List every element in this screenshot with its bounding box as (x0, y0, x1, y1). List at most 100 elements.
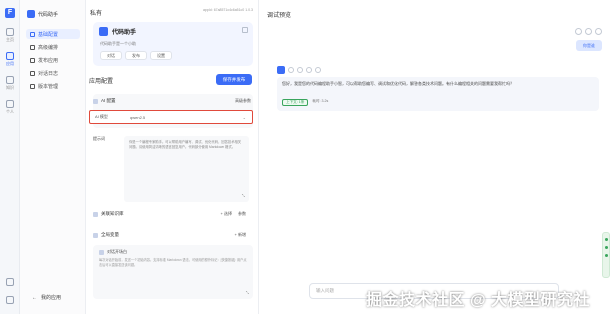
copy-icon[interactable] (288, 67, 294, 73)
speaker-icon[interactable] (315, 67, 321, 73)
chevron-down-icon: ⌄ (242, 114, 246, 120)
model-select[interactable]: AI 模型 qwen2.5 ⌄ (89, 110, 253, 124)
user-icon (6, 100, 14, 108)
answer-tags: 上下文: 1条 耗时: 3.2s (282, 99, 328, 106)
subnav-item-label: 对话日志 (38, 70, 59, 77)
context-badge[interactable]: 上下文: 1条 (282, 99, 309, 106)
settings-button[interactable]: 设置 (150, 51, 172, 60)
kb-head: 关联知识库 (93, 211, 124, 217)
home-icon (6, 28, 14, 36)
subnav-item-advanced[interactable]: 高级编排 (26, 42, 80, 52)
section-title: 应用配置 (89, 79, 114, 85)
log-icon (30, 70, 35, 76)
chat-button[interactable]: 对话 (100, 51, 122, 60)
rail-item-user[interactable]: 个人 (0, 100, 20, 115)
model-value: qwen2.5 (130, 114, 146, 120)
agent-actions: 对话 发布 设置 (100, 51, 172, 60)
preview-title: 调试预览 (267, 13, 292, 19)
subnav-item-versions[interactable]: 版本管理 (26, 81, 80, 91)
prompt-textarea[interactable]: 你是一个编程专家助手。可以帮助用户编写、调试、优化代码，回答技术相关问题。请使用… (129, 140, 244, 150)
opener-title: 对话开场白 (107, 249, 127, 254)
book-open-icon[interactable] (6, 278, 14, 286)
user-message: 你是谁 (576, 40, 602, 51)
subnav-item-label: 发布应用 (38, 57, 59, 64)
opener-box: 对话开场白 每次对话开始前，发送一个初始内容。支持标准 Markdown 语法，… (93, 245, 253, 299)
kb-title: 关联知识库 (101, 211, 124, 216)
config-header: 私有 appId: 67a8571c4c6a51c0 1.0.3 (86, 8, 259, 17)
chat-icon[interactable] (6, 296, 14, 304)
agent-name-text: 代码助手 (112, 30, 137, 36)
copy-icon[interactable] (242, 27, 248, 33)
subnav-item-basic[interactable]: 基础配置 (26, 29, 80, 39)
app-sidebar: 代码助手 基础配置 高级编排 发布应用 对话日志 版本管理 ← 我的应用 (20, 0, 86, 314)
ai-config-title: AI 配置 (101, 98, 116, 103)
back-label: 我的应用 (41, 295, 62, 301)
save-publish-button[interactable]: 保存并发布 (216, 74, 252, 85)
agent-description: 代码助手是一个小助 (100, 41, 136, 46)
app-brand: 代码助手 (27, 10, 58, 18)
preview-tools (575, 28, 602, 35)
app-meta: appId: 67a8571c4c6a51c0 1.0.3 (202, 8, 253, 12)
bot-message: 您好，我是您的代码编程助手小智，可以帮助您编写、调试和优化代码，解答各类技术问题… (277, 77, 599, 111)
agent-card: 代码助手 代码助手是一个小助 对话 发布 设置 (93, 22, 253, 66)
database-icon (93, 211, 98, 217)
subnav-item-publish[interactable]: 发布应用 (26, 55, 80, 65)
book-icon (6, 76, 14, 84)
apps-icon (6, 52, 14, 60)
history-icon[interactable] (585, 28, 592, 35)
app-brand-icon (27, 10, 35, 18)
variables-row: 全局变量 + 新增 (93, 228, 253, 242)
kb-actions: + 选择 参数 (221, 211, 246, 217)
subnav-item-label: 版本管理 (38, 83, 59, 90)
select-kb-button[interactable]: + 选择 (221, 211, 232, 217)
expand-icon[interactable]: ⤡ (246, 290, 249, 295)
ai-icon (93, 98, 98, 104)
expand-icon[interactable]: ⤡ (242, 193, 245, 198)
advanced-params-link[interactable]: 高级参数 (235, 98, 251, 104)
float-toolbar[interactable] (602, 232, 610, 278)
preview-panel: 调试预览 你是谁 您好，我是您的代码编程助手小智，可以帮助您编写、调试和优化代码… (259, 0, 612, 314)
opener-textarea[interactable]: 每次对话开始前，发送一个初始内容。支持标准 Markdown 语法，可使用的额外… (99, 258, 249, 267)
rail-item-home[interactable]: 主页 (0, 28, 20, 43)
variables-head: 全局变量 (93, 232, 119, 238)
like-icon[interactable] (297, 67, 303, 73)
visibility-label: 私有 (90, 11, 103, 17)
prompt-label: 提示词 (93, 136, 105, 141)
rail-item-label: 个人 (6, 109, 14, 114)
more-icon[interactable] (595, 28, 602, 35)
rail-item-knowledge[interactable]: 知识 (0, 76, 20, 91)
arrow-left-icon: ← (32, 294, 37, 301)
icon-rail: F 主页 应用 知识 个人 (0, 0, 20, 314)
back-to-apps-link[interactable]: ← 我的应用 (32, 294, 62, 302)
agent-name: 代码助手 (99, 27, 136, 36)
version-icon (30, 83, 35, 89)
kb-row: 关联知识库 + 选择 参数 (93, 207, 253, 221)
settings-icon (30, 31, 35, 37)
app-logo-icon: F (5, 8, 15, 18)
prompt-textarea-box: 你是一个编程专家助手。可以帮助用户编写、调试、优化代码，回答技术相关问题。请使用… (124, 136, 249, 202)
latency-badge: 耗时: 3.2s (312, 99, 329, 103)
model-label: AI 模型 (95, 114, 108, 119)
publish-button[interactable]: 发布 (125, 51, 147, 60)
dislike-icon[interactable] (306, 67, 312, 73)
rail-item-label: 主页 (6, 37, 14, 42)
answer-meta (277, 66, 321, 74)
add-variable-button[interactable]: + 新增 (235, 232, 246, 238)
kb-params-button[interactable]: 参数 (238, 211, 246, 217)
share-icon (30, 57, 35, 63)
subnav-item-label: 基础配置 (38, 31, 59, 38)
bot-message-text: 您好，我是您的代码编程助手小智，可以帮助您编写、调试和优化代码，解答各类技术问题… (282, 81, 514, 86)
agent-avatar (99, 27, 108, 36)
variables-title: 全局变量 (101, 232, 119, 237)
variable-icon (93, 232, 98, 238)
app-brand-name: 代码助手 (38, 11, 59, 18)
flow-icon (30, 44, 35, 50)
watermark-text: 掘金技术社区 @ 大模型研究社 (366, 292, 590, 309)
opener-icon (99, 249, 104, 255)
rail-item-label: 应用 (6, 61, 14, 66)
rail-item-label: 知识 (6, 85, 14, 90)
refresh-icon[interactable] (575, 28, 582, 35)
subnav-item-logs[interactable]: 对话日志 (26, 68, 80, 78)
opener-label: 对话开场白 (99, 249, 127, 255)
rail-item-apps[interactable]: 应用 (0, 52, 20, 67)
